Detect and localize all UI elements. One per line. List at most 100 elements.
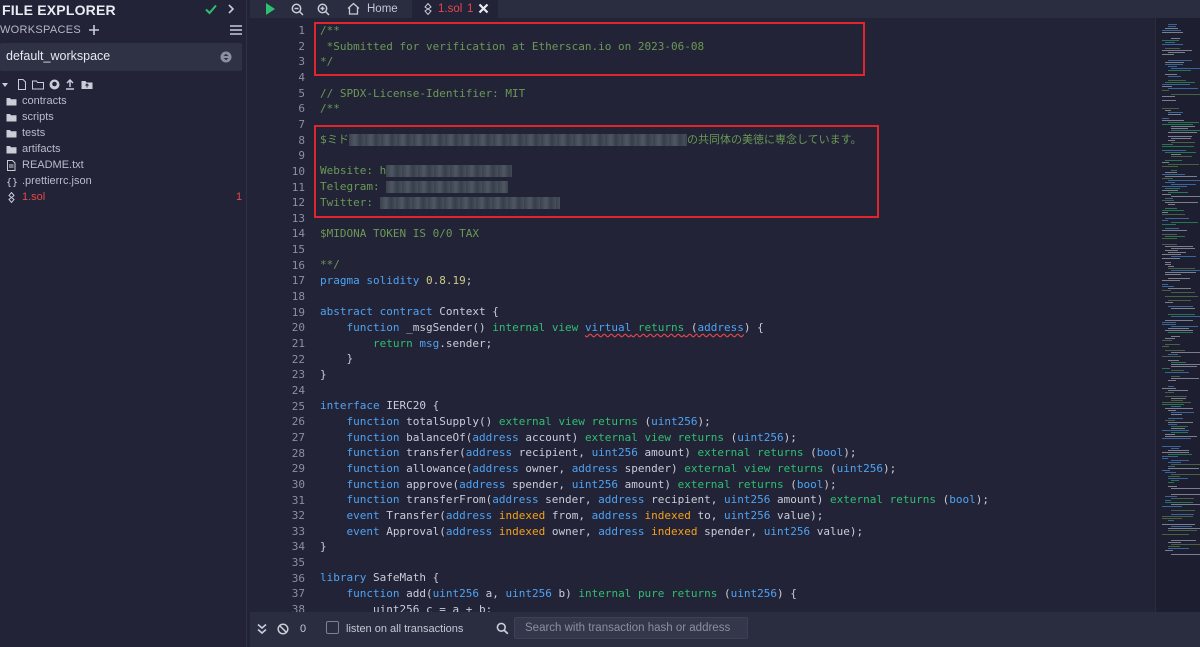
line-number: 1 [298,24,305,37]
code-line-5: // SPDX-License-Identifier: MIT [320,86,525,101]
minimap-line [1165,246,1193,247]
minimap-line [1165,74,1177,75]
minimap-line [1162,238,1177,239]
minimap-line [1165,502,1193,503]
minimap-line [1171,428,1185,429]
minimap[interactable] [1155,18,1200,612]
minimap-line [1171,412,1194,413]
minimap-line [1168,164,1199,165]
plus-icon[interactable] [88,24,100,36]
minimap-line [1162,516,1193,517]
code-line-17: pragma solidity 0.8.19; [320,273,472,288]
code-line-27: function balanceOf(address account) exte… [346,431,797,444]
tree-item-contracts[interactable]: contracts [0,94,247,110]
transaction-search-input[interactable] [514,617,748,639]
minimap-line [1168,60,1192,61]
minimap-line [1171,138,1191,139]
zoom-out-icon[interactable] [291,3,304,16]
code-line-14: $MIDONA TOKEN IS 0/0 TAX [320,226,479,241]
minimap-line [1171,170,1177,171]
minimap-line [1162,470,1170,471]
workspace-select-value: default_workspace [6,49,111,63]
tree-item-1-sol[interactable]: 1.sol 1 [0,190,247,206]
highlight-box-links [314,125,879,218]
minimap-line [1168,66,1177,67]
tree-item-scripts[interactable]: scripts [0,110,247,126]
minimap-line [1171,142,1195,143]
close-icon[interactable] [478,3,489,14]
tree-item-readme[interactable]: README.txt [0,158,247,174]
zoom-in-icon[interactable] [317,3,330,16]
minimap-line [1162,254,1181,255]
minimap-line [1165,172,1177,173]
minimap-line [1162,44,1183,45]
minimap-line [1165,500,1171,501]
minimap-line [1168,252,1186,253]
error-count-badge: 1 [236,191,243,203]
minimap-line [1168,132,1197,133]
minimap-line [1162,438,1191,439]
chevron-right-icon[interactable] [226,3,236,15]
minimap-line [1168,546,1180,547]
file-icon [7,160,16,171]
code-area[interactable]: /** *Submitted for verification at Ether… [320,18,1155,612]
minimap-line [1171,540,1196,541]
code-line-34: } [320,540,327,553]
tree-item-artifacts[interactable]: artifacts [0,142,247,158]
clear-console-icon[interactable] [277,623,289,635]
code-line-28: function transfer(address recipient, uin… [346,446,857,459]
check-icon[interactable] [204,2,218,16]
minimap-line [1171,504,1200,505]
upload-icon[interactable] [65,79,75,90]
github-icon[interactable] [49,79,60,90]
minimap-line [1162,118,1169,119]
minimap-line [1162,212,1168,213]
minimap-line [1171,526,1192,527]
line-number: 30 [291,477,305,491]
minimap-line [1162,456,1178,457]
minimap-line [1171,270,1200,271]
tree-item-prettierrc[interactable]: {} .prettierrc.json [0,174,247,190]
minimap-line [1165,42,1175,43]
new-folder-icon[interactable] [32,79,44,90]
upload-folder-icon[interactable] [81,79,93,90]
minimap-line [1168,314,1195,315]
line-number: 22 [291,352,305,366]
minimap-line [1162,190,1178,191]
tab-home[interactable]: Home [338,0,408,18]
minimap-line [1165,82,1195,83]
tree-item-tests[interactable]: tests [0,126,247,142]
code-line-30: function approve(address spender, uint25… [346,478,837,491]
double-chevron-down-icon[interactable] [257,623,267,635]
solidity-icon [424,3,432,15]
workspace-select[interactable]: default_workspace [0,43,242,71]
minimap-line [1162,124,1193,125]
hamburger-menu-icon[interactable] [229,24,243,36]
folder-icon [6,146,17,154]
minimap-line [1171,378,1199,379]
listen-label: listen on all transactions [346,623,464,635]
minimap-line [1162,388,1176,389]
minimap-line [1171,426,1188,427]
minimap-line [1168,380,1176,381]
line-number: 37 [291,587,305,601]
play-icon[interactable] [264,2,276,16]
minimap-line [1162,284,1168,285]
listen-checkbox[interactable] [326,621,339,634]
new-file-icon[interactable] [17,79,27,90]
minimap-line [1171,292,1195,293]
code-editor[interactable]: 1 2 3 4 5 6 7 8 9 10 11 12 13 14 15 16 17 18 19 20 21 22 23 24 2… [250,18,1155,612]
tab-1-sol[interactable]: 1.sol 1 [412,0,498,18]
line-number: 8 [298,133,305,147]
minimap-line [1162,506,1182,507]
caret-down-icon[interactable] [2,79,8,90]
minimap-line [1165,198,1173,199]
file-explorer-title: FILE EXPLORER [2,2,116,18]
minimap-line [1162,200,1174,201]
minimap-line [1171,370,1184,371]
code-text: uint256 c = a + b; [320,603,493,612]
minimap-line [1162,178,1173,179]
minimap-line [1168,288,1191,289]
minimap-line [1165,330,1193,331]
line-number: 23 [291,368,305,382]
